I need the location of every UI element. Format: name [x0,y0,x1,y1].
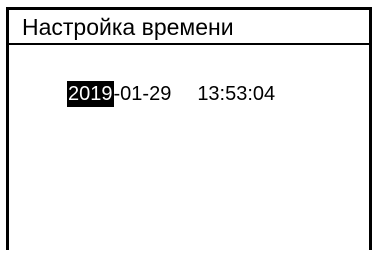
title-bar: Настройка времени [9,10,369,45]
year-field-selected[interactable]: 2019 [67,81,114,107]
time-field[interactable]: 13:53:04 [197,81,275,107]
datetime-editor: 2019-01-29 13:53:04 [67,81,275,107]
time-settings-screen: Настройка времени 2019-01-29 13:53:04 [6,7,372,250]
screen-title: Настройка времени [22,14,234,40]
month-day-field[interactable]: -01-29 [114,81,172,107]
